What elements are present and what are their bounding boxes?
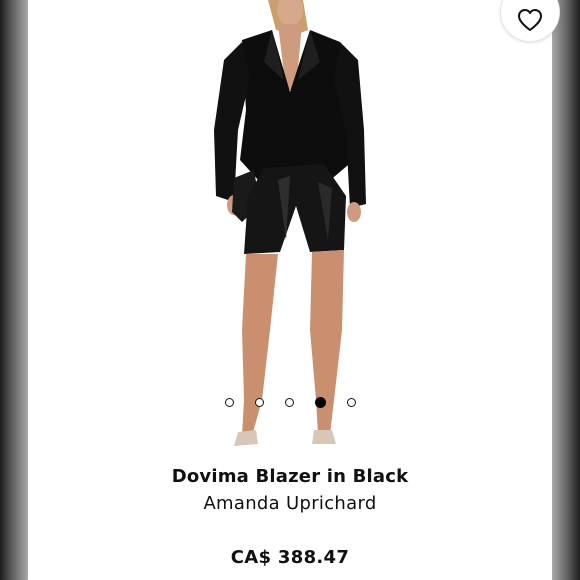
product-brand[interactable]: Amanda Uprichard: [28, 493, 552, 514]
right-frame: [552, 0, 580, 580]
left-frame: [0, 0, 28, 580]
product-card: Dovima Blazer in Black Amanda Uprichard …: [28, 0, 560, 580]
carousel-dot-3[interactable]: [284, 398, 294, 407]
carousel-indicator: [28, 397, 552, 408]
product-image[interactable]: [28, 0, 552, 455]
carousel-dot-2[interactable]: [254, 398, 264, 407]
product-title: Dovima Blazer in Black: [171, 466, 409, 487]
carousel-dot-4-active[interactable]: [314, 397, 326, 408]
heart-outline-icon: [518, 9, 542, 31]
carousel-dot-5[interactable]: [346, 398, 356, 407]
carousel-dot-1[interactable]: [224, 398, 234, 407]
product-price: CA$ 388.47: [230, 547, 350, 568]
